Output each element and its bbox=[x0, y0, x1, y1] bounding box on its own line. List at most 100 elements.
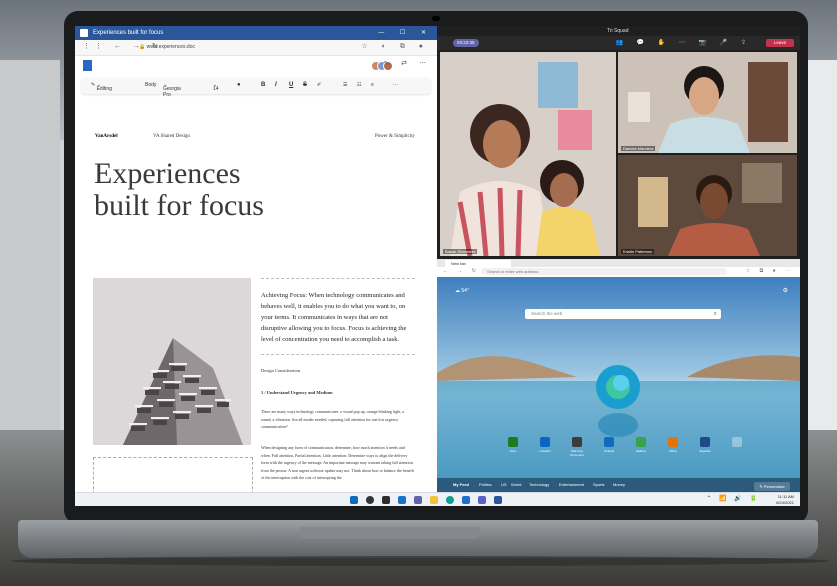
italic-button[interactable]: I bbox=[275, 82, 277, 88]
font-size-dropdown[interactable]: 14 ⌄ bbox=[213, 82, 219, 92]
quick-link-tile[interactable]: Office bbox=[661, 437, 685, 453]
divider bbox=[261, 354, 415, 355]
browser-tab[interactable]: New tab bbox=[445, 260, 511, 267]
teams-window: Tri Squad 03:23:35 👥 💬 ✋ ⋯ 📷 🎤 ⇪ Leave B… bbox=[437, 26, 800, 259]
editing-label: Editing bbox=[96, 86, 112, 92]
participant-video-2 bbox=[618, 52, 797, 153]
feed-tab[interactable]: Technology bbox=[529, 482, 549, 487]
quick-link-tile[interactable]: Xbox bbox=[501, 437, 525, 453]
address-bar-icons[interactable]: ☆ ◐ ⧉ ● bbox=[361, 42, 429, 51]
building-illustration bbox=[93, 278, 251, 445]
chat-icon[interactable] bbox=[414, 496, 422, 504]
browser-tab-strip: New tab bbox=[437, 259, 800, 267]
doc-heading: Experiences built for focus bbox=[94, 158, 354, 222]
address-field[interactable]: 🔒 www.experiences.doc bbox=[139, 43, 339, 52]
widgets-icon[interactable] bbox=[398, 496, 406, 504]
bullets-icon[interactable]: ☰ bbox=[343, 82, 347, 88]
editing-mode-button[interactable]: ✎ Editing ⌄ bbox=[91, 82, 112, 92]
word-icon[interactable] bbox=[494, 496, 502, 504]
doc-header-right: Power & Simplicity bbox=[375, 134, 415, 139]
gear-icon[interactable]: ⚙ bbox=[783, 287, 788, 294]
file-explorer-icon[interactable] bbox=[430, 496, 438, 504]
tile-label: LinkedIn bbox=[539, 449, 551, 453]
search-input[interactable]: Search the web ⌕ bbox=[525, 309, 721, 319]
feed-tab[interactable]: Money bbox=[613, 482, 625, 487]
personalize-button[interactable]: ✎ Personalize bbox=[754, 482, 790, 491]
address-text: www.experiences.doc bbox=[146, 44, 195, 50]
laptop-hinge-notch bbox=[300, 527, 480, 539]
quick-links: Xbox LinkedIn Planning Document Outlook … bbox=[501, 437, 751, 459]
teams-title-bar: Tri Squad bbox=[437, 26, 800, 36]
feed-tab[interactable]: World bbox=[511, 482, 521, 487]
text-color-icon[interactable]: ● bbox=[237, 82, 241, 88]
participant-name: Babak Shammas bbox=[443, 249, 478, 254]
tile-icon bbox=[540, 437, 550, 447]
search-icon[interactable] bbox=[366, 496, 374, 504]
section-title: 1 / Understand Urgency and Medium bbox=[261, 390, 333, 395]
participant-name: Kristin Patterson bbox=[621, 249, 655, 254]
participant-video-1 bbox=[440, 52, 616, 256]
document-page[interactable]: VanArsdel VA Shared Design Power & Simpl… bbox=[85, 122, 427, 492]
heading-line-1: Experiences bbox=[94, 157, 241, 190]
news-feed-bar: My Feed Politics US World Technology Ent… bbox=[437, 478, 800, 492]
feed-tab[interactable]: Entertainment bbox=[559, 482, 584, 487]
image-placeholder[interactable] bbox=[93, 457, 253, 492]
system-clock[interactable]: 11:11 AM 6/24/2021 bbox=[776, 494, 794, 505]
tile-icon bbox=[636, 437, 646, 447]
participant-name: Daniela Mandera bbox=[621, 146, 656, 151]
feed-tab[interactable]: US bbox=[501, 482, 507, 487]
laptop-base bbox=[18, 520, 818, 558]
font-dropdown[interactable]: Georgia Pro ⌄ bbox=[163, 82, 181, 98]
feed-tab[interactable]: Sports bbox=[593, 482, 605, 487]
laptop-screen: Experiences built for focus — ☐ ✕ ⋮⋮ ← →… bbox=[75, 26, 800, 506]
edge-icon[interactable] bbox=[446, 496, 454, 504]
tile-icon bbox=[508, 437, 518, 447]
task-view-icon[interactable] bbox=[382, 496, 390, 504]
style-dropdown[interactable]: Body bbox=[145, 82, 156, 88]
weather-widget[interactable]: ☁ 54° bbox=[455, 288, 469, 294]
teams-icon[interactable] bbox=[478, 496, 486, 504]
heading-line-2: built for focus bbox=[94, 189, 264, 222]
underline-button[interactable]: U bbox=[289, 82, 293, 88]
word-address-bar: ⋮⋮ ← → ↻ 🔒 www.experiences.doc ☆ ◐ ⧉ ● bbox=[75, 40, 437, 56]
video-tile[interactable]: Daniela Mandera bbox=[618, 52, 797, 153]
browser-toolbar-icons[interactable]: ☆ ⧉ ● ⋯ bbox=[746, 268, 794, 274]
word-window-title: Experiences built for focus bbox=[93, 30, 164, 36]
highlight-icon[interactable]: ✐ bbox=[317, 82, 321, 88]
tile-icon bbox=[668, 437, 678, 447]
video-tile[interactable]: Babak Shammas bbox=[440, 52, 616, 256]
tile-icon bbox=[572, 437, 582, 447]
leave-button[interactable]: Leave bbox=[766, 39, 794, 47]
tile-label: Mailbox bbox=[635, 449, 647, 453]
start-icon[interactable] bbox=[350, 496, 358, 504]
clock-date: 6/24/2021 bbox=[776, 499, 794, 505]
ribbon-actions[interactable]: ∿ ⇄ ⋯ bbox=[383, 59, 431, 67]
edge-window: New tab ← → ↻ ⌂ Search or enter web addr… bbox=[437, 259, 800, 492]
meeting-control-icons[interactable]: 👥 💬 ✋ ⋯ 📷 🎤 ⇪ bbox=[616, 39, 752, 46]
align-icon[interactable]: ≡ bbox=[371, 82, 374, 88]
more-options-button[interactable]: ··· bbox=[393, 82, 398, 88]
feed-tab[interactable]: Politics bbox=[479, 482, 492, 487]
address-input[interactable]: Search or enter web address bbox=[481, 268, 727, 275]
quick-link-tile[interactable]: LinkedIn bbox=[533, 437, 557, 453]
search-icon[interactable]: ⌕ bbox=[714, 309, 717, 319]
quick-link-tile[interactable]: Mailbox bbox=[629, 437, 653, 453]
window-controls[interactable]: — ☐ ✕ bbox=[378, 26, 433, 40]
doc-header-center: VA Shared Design bbox=[153, 134, 190, 139]
word-ribbon: ∿ ⇄ ⋯ bbox=[75, 56, 437, 74]
bold-button[interactable]: B bbox=[261, 82, 265, 88]
feed-tab[interactable]: My Feed bbox=[453, 482, 469, 487]
quick-link-tile[interactable]: Outlook bbox=[597, 437, 621, 453]
taskbar: ⌃ 📶 🔊 🔋 11:11 AM 6/24/2021 bbox=[75, 492, 800, 506]
system-tray-icons[interactable]: ⌃ 📶 🔊 🔋 bbox=[707, 495, 760, 502]
word-app-icon bbox=[80, 29, 88, 37]
numbering-icon[interactable]: ☷ bbox=[357, 82, 361, 88]
quick-link-tile[interactable]: Expedia bbox=[693, 437, 717, 453]
video-tile[interactable]: Kristin Patterson bbox=[618, 155, 797, 256]
strikethrough-button[interactable]: S bbox=[303, 82, 307, 88]
add-quick-link-button[interactable] bbox=[725, 437, 749, 447]
tile-label: Planning Document bbox=[570, 449, 584, 457]
document-icon bbox=[83, 60, 92, 71]
quick-link-tile[interactable]: Planning Document bbox=[565, 437, 589, 457]
store-icon[interactable] bbox=[462, 496, 470, 504]
